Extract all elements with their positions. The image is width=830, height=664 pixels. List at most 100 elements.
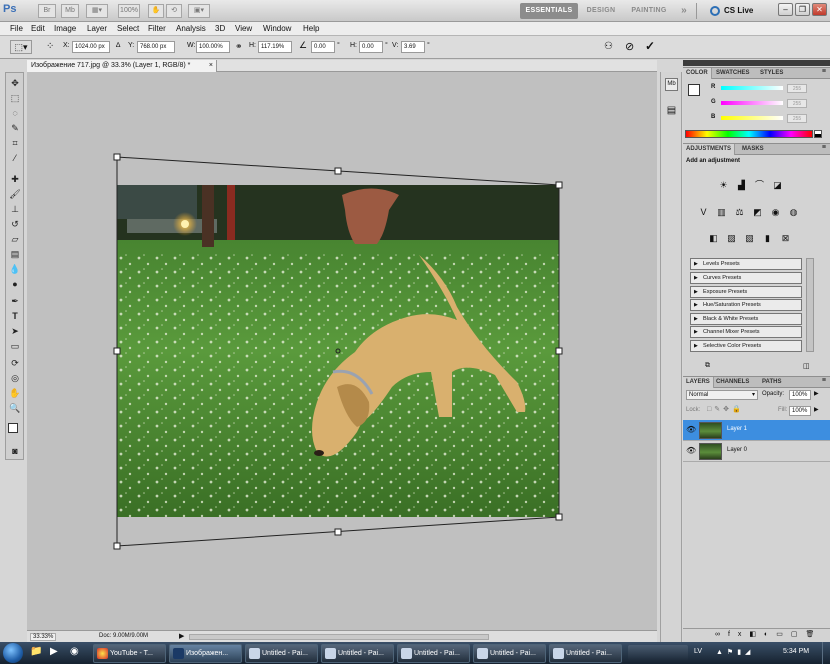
taskbar-item-paint[interactable]: Untitled - Pai...	[321, 644, 394, 663]
color-spectrum-bar[interactable]	[685, 130, 813, 138]
curves-icon[interactable]: ⌒	[753, 180, 766, 191]
lock-icons[interactable]: □✎✥🔒	[707, 405, 744, 413]
taskbar-item-paint[interactable]: Untitled - Pai...	[549, 644, 622, 663]
minimize-button[interactable]: –	[778, 3, 793, 16]
y-position-input[interactable]: 768.00 px	[137, 41, 175, 53]
rotation-input[interactable]: 0.00	[311, 41, 335, 53]
tab-adjustments[interactable]: ADJUSTMENTS	[683, 144, 736, 155]
adjustment-footer-right-icon[interactable]: ◫	[803, 362, 810, 370]
preset-channel-mixer[interactable]: Channel Mixer Presets	[690, 326, 802, 338]
reference-point-icon[interactable]: ⁘	[46, 40, 58, 54]
commit-transform-icon[interactable]: ✓	[645, 39, 655, 53]
close-button[interactable]: ✕	[812, 3, 827, 16]
brightness-contrast-icon[interactable]: ☀	[717, 180, 730, 191]
clone-stamp-tool-icon[interactable]: ⊥	[9, 203, 21, 215]
menu-view[interactable]: View	[235, 23, 252, 35]
media-player-pinned-icon[interactable]: ▶	[50, 646, 58, 657]
cancel-transform-icon[interactable]: ⊘	[625, 40, 634, 53]
zoom-level-select[interactable]: 100%	[118, 4, 140, 18]
channel-mixer-icon[interactable]: ◍	[787, 207, 800, 218]
tab-color[interactable]: COLOR	[683, 68, 712, 79]
tab-masks[interactable]: MASKS	[739, 144, 767, 155]
menu-select[interactable]: Select	[117, 23, 139, 35]
preset-levels[interactable]: Levels Presets	[690, 258, 802, 270]
mini-bridge-button[interactable]: Mb	[61, 4, 79, 18]
marquee-tool-icon[interactable]: ⬚	[9, 92, 21, 104]
threshold-icon[interactable]: ▧	[743, 233, 756, 244]
channel-g-slider[interactable]	[721, 101, 783, 105]
workspace-painting[interactable]: PAINTING	[626, 3, 672, 19]
3d-rotate-tool-icon[interactable]: ⟳	[9, 357, 21, 369]
history-panel-icon[interactable]: ▤	[665, 104, 678, 117]
tab-styles[interactable]: STYLES	[757, 68, 786, 79]
opacity-input[interactable]: 100%	[789, 390, 811, 400]
rectangle-tool-icon[interactable]: ▭	[9, 340, 21, 352]
taskbar-item-paint[interactable]: Untitled - Pai...	[473, 644, 546, 663]
menu-filter[interactable]: Filter	[148, 23, 166, 35]
type-tool-icon[interactable]: T	[9, 310, 21, 322]
menu-help[interactable]: Help	[303, 23, 319, 35]
document-canvas[interactable]	[27, 72, 657, 630]
healing-brush-tool-icon[interactable]: ✚	[9, 173, 21, 185]
move-tool-icon[interactable]: ✥	[9, 77, 21, 89]
relative-position-icon[interactable]: ∆	[116, 42, 120, 49]
gradient-map-icon[interactable]: ▮	[761, 233, 774, 244]
channel-b-slider[interactable]	[721, 116, 783, 120]
opacity-arrow[interactable]: ▶	[814, 390, 819, 397]
taskbar-item-youtube[interactable]: YouTube - T...	[93, 644, 166, 663]
menu-analysis[interactable]: Analysis	[176, 23, 206, 35]
horizontal-scrollbar[interactable]	[189, 634, 489, 640]
zoom-tool-icon[interactable]: 🔍	[9, 402, 21, 414]
color-foreground-swatch[interactable]	[688, 84, 700, 96]
preset-selective-color[interactable]: Selective Color Presets	[690, 340, 802, 352]
pen-tool-icon[interactable]: ✒	[9, 295, 21, 307]
tab-swatches[interactable]: SWATCHES	[713, 68, 753, 79]
workspace-design[interactable]: DESIGN	[582, 3, 620, 19]
width-input[interactable]: 100.00%	[196, 41, 230, 53]
visibility-eye-icon[interactable]: 👁	[686, 446, 696, 455]
taskbar-item-photoshop[interactable]: Изображен...	[169, 644, 242, 663]
view-extras-button[interactable]: ▦▾	[86, 4, 108, 18]
quick-mask-icon[interactable]: ◙	[9, 445, 21, 457]
arrange-documents-button[interactable]: ▣▾	[188, 4, 210, 18]
document-tab[interactable]: Изображение 717.jpg @ 33.3% (Layer 1, RG…	[27, 60, 217, 72]
h-skew-input[interactable]: 0.00	[359, 41, 383, 53]
tab-layers[interactable]: LAYERS	[683, 377, 714, 388]
quick-selection-tool-icon[interactable]: ✎	[9, 122, 21, 134]
fill-arrow[interactable]: ▶	[814, 406, 819, 413]
link-icon[interactable]: ⚭	[235, 41, 243, 52]
v-skew-input[interactable]: 3.69	[401, 41, 425, 53]
taskbar-item-paint[interactable]: Untitled - Pai...	[397, 644, 470, 663]
windows-media-pinned-icon[interactable]: ◉	[70, 646, 79, 657]
restore-button[interactable]: ❐	[795, 3, 810, 16]
black-white-icon[interactable]: ◩	[751, 207, 764, 218]
hand-tool-icon[interactable]: ✋	[9, 387, 21, 399]
preset-curves[interactable]: Curves Presets	[690, 272, 802, 284]
close-tab-icon[interactable]: ×	[209, 60, 213, 72]
menu-image[interactable]: Image	[54, 23, 76, 35]
layers-menu-icon[interactable]: ≡	[822, 377, 826, 384]
menu-file[interactable]: File	[10, 23, 23, 35]
history-brush-tool-icon[interactable]: ↺	[9, 218, 21, 230]
mini-bridge-panel-icon[interactable]: Mb	[665, 78, 678, 91]
more-workspaces-icon[interactable]: »	[676, 3, 692, 19]
status-menu-arrow[interactable]: ▶	[179, 632, 184, 640]
preset-hue-saturation[interactable]: Hue/Saturation Presets	[690, 299, 802, 311]
visibility-eye-icon[interactable]: 👁	[686, 425, 696, 434]
preset-exposure[interactable]: Exposure Presets	[690, 286, 802, 298]
workspace-essentials[interactable]: ESSENTIALS	[520, 3, 578, 19]
selective-color-icon[interactable]: ⊠	[779, 233, 792, 244]
lasso-tool-icon[interactable]: ◌	[9, 107, 21, 119]
tool-preset-picker[interactable]: ⬚▾	[10, 40, 32, 54]
hand-tool-icon[interactable]: ✋	[148, 4, 164, 18]
vibrance-icon[interactable]: V	[697, 207, 710, 218]
channel-b-value[interactable]: 255	[787, 114, 807, 123]
posterize-icon[interactable]: ▨	[725, 233, 738, 244]
menu-window[interactable]: Window	[263, 23, 291, 35]
eyedropper-tool-icon[interactable]: ⁄	[9, 152, 21, 164]
layer-row[interactable]: 👁 Layer 0	[683, 441, 830, 462]
height-input[interactable]: 117.19%	[258, 41, 292, 53]
adjustment-footer-icon[interactable]: ⧉	[705, 362, 710, 370]
photo-filter-icon[interactable]: ◉	[769, 207, 782, 218]
warp-mode-icon[interactable]: ⚇	[604, 41, 613, 52]
